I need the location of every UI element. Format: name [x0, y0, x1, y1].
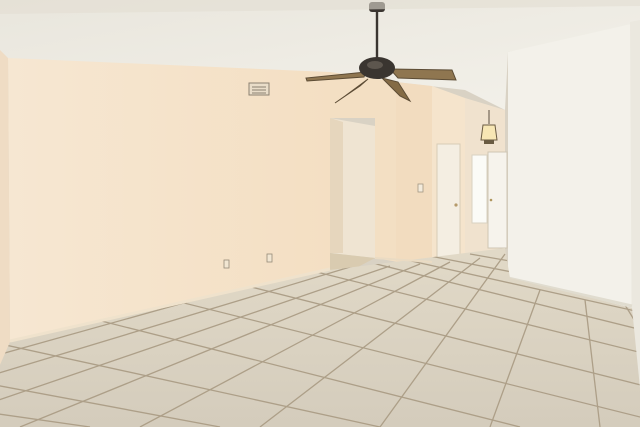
fan-blade-right	[388, 68, 457, 81]
door-knob[interactable]	[454, 203, 458, 207]
doorway-inner-wall	[330, 118, 343, 253]
window	[471, 154, 488, 224]
electrical-outlet-2	[266, 253, 273, 263]
hall-door[interactable]	[436, 143, 461, 261]
light-switch[interactable]	[417, 183, 424, 193]
pendant-cap	[484, 140, 494, 144]
room-scene	[0, 0, 640, 427]
electrical-outlet	[223, 259, 230, 269]
right-wall	[508, 22, 640, 308]
hall-wall-left	[396, 82, 432, 262]
pendant-light	[480, 124, 498, 141]
front-door-knob[interactable]	[489, 198, 493, 202]
room-illustration	[0, 0, 640, 427]
fan-motor-highlight	[367, 61, 383, 69]
